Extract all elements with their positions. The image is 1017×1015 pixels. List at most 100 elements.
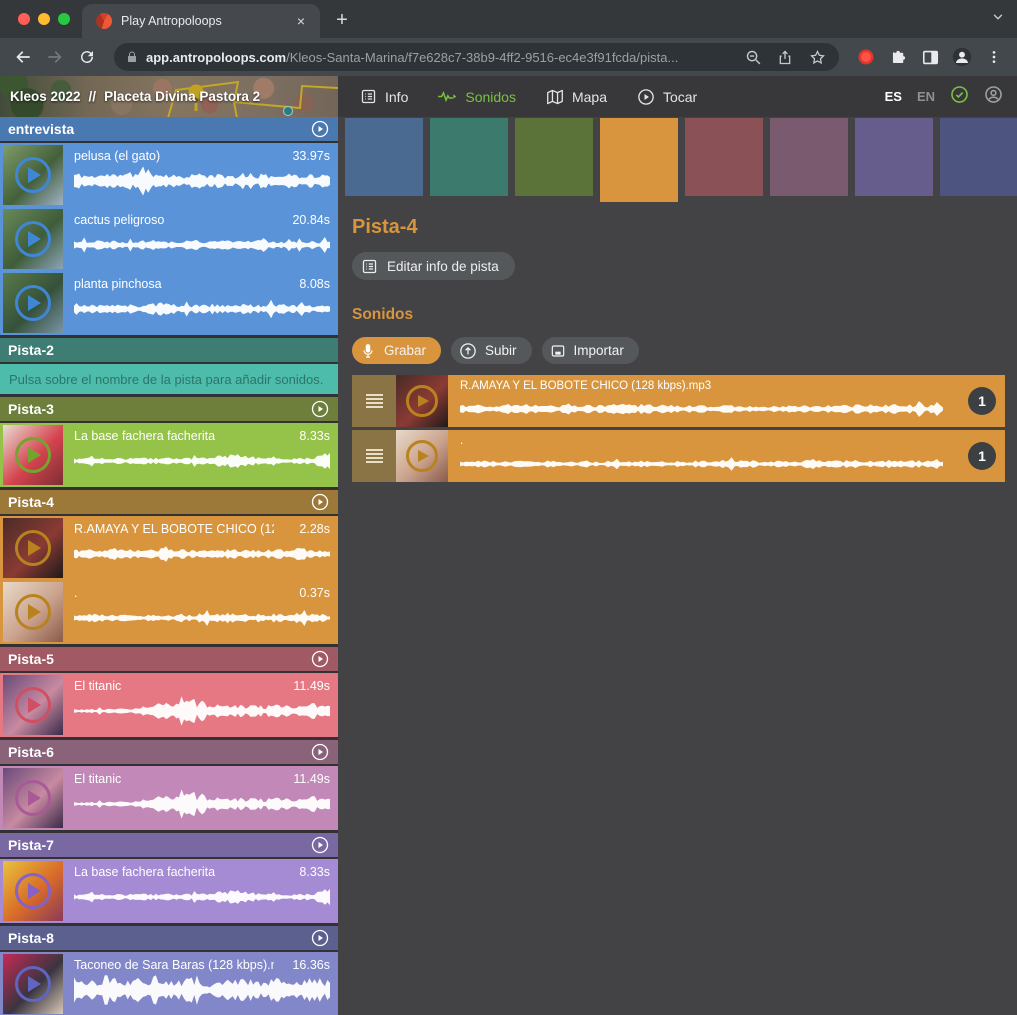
sound-item[interactable]: R.AMAYA Y EL BOBOTE CHICO (128 kbps)....… (0, 516, 338, 580)
track-header[interactable]: Pista-8 (0, 926, 338, 950)
track-tile-entrevista[interactable] (345, 118, 423, 196)
sound-item[interactable]: La base fachera facherita8.33s (0, 423, 338, 487)
sound-thumbnail[interactable] (396, 375, 448, 427)
track-tile-pista-8[interactable] (940, 118, 1017, 196)
track-play-icon[interactable] (310, 835, 330, 855)
play-overlay-icon[interactable] (15, 285, 51, 321)
language-es[interactable]: ES (885, 89, 902, 104)
track-sound-row[interactable]: R.AMAYA Y EL BOBOTE CHICO (128 kbps).mp3… (352, 375, 1005, 427)
breadcrumb-project[interactable]: Kleos 2022 (10, 89, 81, 104)
drag-handle[interactable] (352, 430, 396, 482)
record-extension-icon[interactable] (851, 42, 881, 72)
play-overlay-icon[interactable] (15, 221, 51, 257)
sound-item[interactable]: planta pinchosa8.08s (0, 271, 338, 335)
play-overlay-icon[interactable] (15, 437, 51, 473)
breadcrumb-track[interactable]: Placeta Divina Pastora 2 (104, 89, 260, 104)
extensions-puzzle-icon[interactable] (883, 42, 913, 72)
account-icon[interactable] (984, 85, 1003, 109)
sound-thumbnail[interactable] (3, 273, 63, 333)
track-tile-pista-4[interactable] (600, 118, 678, 202)
zoom-out-icon[interactable] (741, 45, 765, 69)
play-overlay-icon[interactable] (15, 780, 51, 816)
sound-thumbnail[interactable] (3, 675, 63, 735)
back-icon[interactable] (8, 42, 38, 72)
nav-item-label: Sonidos (465, 89, 516, 105)
sound-item[interactable]: El titanic11.49s (0, 766, 338, 830)
track-tile-pista-5[interactable] (685, 118, 763, 196)
track-play-icon[interactable] (310, 119, 330, 139)
track-header[interactable]: Pista-2 (0, 338, 338, 362)
play-overlay-icon[interactable] (406, 440, 438, 472)
side-panel-icon[interactable] (915, 42, 945, 72)
sound-item[interactable]: El titanic11.49s (0, 673, 338, 737)
play-overlay-icon[interactable] (15, 157, 51, 193)
sound-thumbnail[interactable] (3, 768, 63, 828)
track-tile-pista-7[interactable] (855, 118, 933, 196)
sound-thumbnail[interactable] (3, 209, 63, 269)
reload-icon[interactable] (72, 42, 102, 72)
play-overlay-icon[interactable] (15, 594, 51, 630)
browser-tab[interactable]: Play Antropoloops × (82, 4, 320, 38)
sound-thumbnail[interactable] (3, 582, 63, 642)
track-play-icon[interactable] (310, 649, 330, 669)
record-button[interactable]: Grabar (352, 337, 441, 364)
share-icon[interactable] (773, 45, 797, 69)
nav-item-mapa[interactable]: Mapa (546, 89, 607, 105)
play-overlay-icon[interactable] (15, 966, 51, 1002)
drag-handle[interactable] (352, 375, 396, 427)
track-tile-pista-2[interactable] (430, 118, 508, 196)
upload-button[interactable]: Subir (451, 337, 532, 364)
sound-thumbnail[interactable] (396, 430, 448, 482)
sound-thumbnail[interactable] (3, 145, 63, 205)
sound-duration: 2.28s (299, 522, 330, 536)
track-sound-row[interactable]: .1 (352, 430, 1005, 482)
track-play-icon[interactable] (310, 742, 330, 762)
address-bar[interactable]: app.antropoloops.com/Kleos-Santa-Marina/… (114, 43, 839, 71)
track-header[interactable]: entrevista (0, 117, 338, 141)
forward-icon[interactable] (40, 42, 70, 72)
track-header[interactable]: Pista-3 (0, 397, 338, 421)
sound-thumbnail[interactable] (3, 861, 63, 921)
browser-menu-kebab-icon[interactable] (979, 42, 1009, 72)
sound-item[interactable]: pelusa (el gato)33.97s (0, 143, 338, 207)
sound-item[interactable]: cactus peligroso20.84s (0, 207, 338, 271)
sound-thumbnail[interactable] (3, 954, 63, 1014)
track-play-icon[interactable] (310, 928, 330, 948)
sound-item[interactable]: La base fachera facherita8.33s (0, 859, 338, 923)
action-label: Grabar (384, 343, 426, 358)
window-minimize-button[interactable] (38, 13, 50, 25)
sound-item[interactable]: Taconeo de Sara Baras (128 kbps).mp316.3… (0, 952, 338, 1015)
sound-thumbnail[interactable] (3, 518, 63, 578)
import-button[interactable]: Importar (542, 337, 639, 364)
track-header[interactable]: Pista-7 (0, 833, 338, 857)
edit-track-info-button[interactable]: Editar info de pista (352, 252, 515, 280)
track-play-icon[interactable] (310, 492, 330, 512)
profile-avatar-icon[interactable] (947, 42, 977, 72)
language-en[interactable]: EN (917, 89, 935, 104)
new-tab-button[interactable]: + (328, 7, 356, 35)
sound-thumbnail[interactable] (3, 425, 63, 485)
window-zoom-button[interactable] (58, 13, 70, 25)
play-overlay-icon[interactable] (15, 687, 51, 723)
sound-body: El titanic11.49s (63, 766, 338, 830)
nav-item-tocar[interactable]: Tocar (637, 88, 697, 106)
tab-search-chevron-icon[interactable] (991, 10, 1005, 29)
track-header[interactable]: Pista-6 (0, 740, 338, 764)
project-map-thumbnail[interactable]: Kleos 2022 // Placeta Divina Pastora 2 (0, 76, 338, 117)
track-tile-pista-6[interactable] (770, 118, 848, 196)
track-header[interactable]: Pista-5 (0, 647, 338, 671)
tab-close-icon[interactable]: × (292, 12, 310, 30)
play-overlay-icon[interactable] (406, 385, 438, 417)
track-play-icon[interactable] (310, 399, 330, 419)
track-tile-pista-3[interactable] (515, 118, 593, 196)
sound-item[interactable]: .0.37s (0, 580, 338, 644)
track-header[interactable]: Pista-4 (0, 490, 338, 514)
nav-item-info[interactable]: Info (360, 88, 408, 105)
bookmark-star-icon[interactable] (805, 45, 829, 69)
window-close-button[interactable] (18, 13, 30, 25)
play-overlay-icon[interactable] (15, 530, 51, 566)
sync-check-icon[interactable] (950, 85, 969, 109)
nav-item-sonidos[interactable]: Sonidos (438, 89, 516, 105)
sidebar-track-pista-6: Pista-6El titanic11.49s (0, 740, 338, 830)
play-overlay-icon[interactable] (15, 873, 51, 909)
